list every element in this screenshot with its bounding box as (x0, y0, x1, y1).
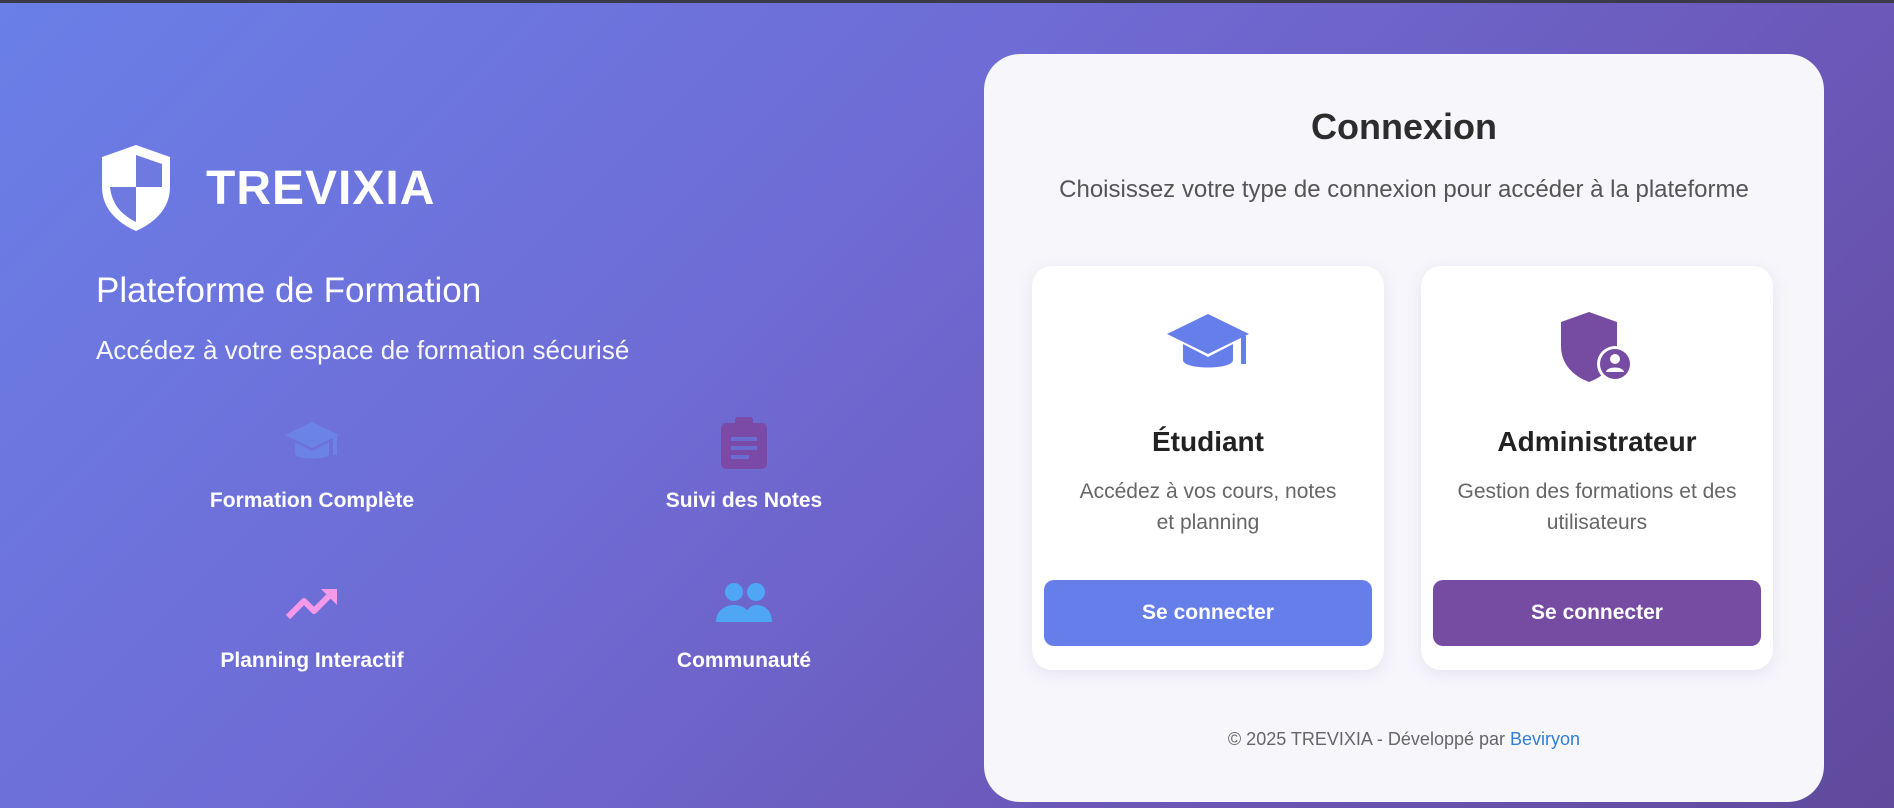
feature-label: Communauté (676, 649, 812, 672)
student-login-button[interactable]: Se connecter (1044, 580, 1372, 646)
login-card: Connexion Choisissez votre type de conne… (984, 54, 1824, 802)
login-title: Connexion (1311, 106, 1497, 147)
brand: TREVIXIA (96, 143, 936, 233)
feature-label: Formation Complète (209, 489, 415, 512)
page-tagline: Accédez à votre espace de formation sécu… (96, 335, 630, 365)
brand-name: TREVIXIA (206, 161, 436, 215)
graduation-cap-icon (1167, 314, 1249, 368)
option-title: Administrateur (1497, 426, 1697, 457)
option-description: Accédez à vos cours, notes et planning (1079, 480, 1337, 534)
admin-shield-icon (1561, 312, 1633, 382)
admin-option[interactable]: Administrateur Gestion des formations et… (1421, 266, 1773, 670)
clipboard-icon (721, 417, 767, 469)
admin-login-button[interactable]: Se connecter (1433, 580, 1761, 646)
feature-notes: Suivi des Notes (528, 413, 960, 513)
hero-section: TREVIXIA Plateforme de Formation Accédez… (96, 143, 936, 672)
feature-label: Suivi des Notes (665, 489, 823, 512)
footer: © 2025 TREVIXIA - Développé par Beviryon (984, 729, 1824, 750)
page-subtitle: Plateforme de Formation (96, 271, 482, 310)
option-description: Gestion des formations et des utilisateu… (1457, 480, 1737, 534)
login-subtitle: Choisissez votre type de connexion pour … (1059, 176, 1749, 203)
graduation-cap-icon (285, 422, 339, 459)
feature-planning: Planning Interactif (96, 573, 528, 673)
feature-communaute: Communauté (528, 573, 960, 673)
footer-link[interactable]: Beviryon (1510, 729, 1580, 749)
feature-formation: Formation Complète (96, 413, 528, 513)
shield-icon (102, 145, 170, 231)
feature-label: Planning Interactif (220, 649, 404, 672)
footer-text: © 2025 TREVIXIA - Développé par (1227, 729, 1506, 749)
trending-up-icon (285, 588, 337, 620)
option-title: Étudiant (1152, 426, 1264, 457)
student-option[interactable]: Étudiant Accédez à vos cours, notes et p… (1032, 266, 1384, 670)
group-icon (716, 583, 772, 622)
